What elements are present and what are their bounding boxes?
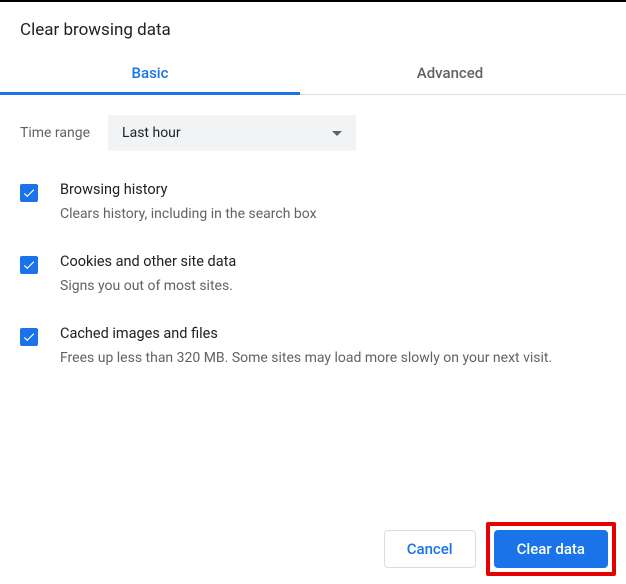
option-text: Browsing history Clears history, includi… <box>60 181 317 225</box>
option-title: Cached images and files <box>60 325 552 342</box>
checkbox-browsing-history[interactable] <box>20 184 38 202</box>
time-range-row: Time range Last hour <box>20 115 606 151</box>
check-icon <box>22 330 36 344</box>
option-cookies: Cookies and other site data Signs you ou… <box>20 253 606 297</box>
option-desc: Frees up less than 320 MB. Some sites ma… <box>60 348 552 369</box>
option-browsing-history: Browsing history Clears history, includi… <box>20 181 606 225</box>
tab-advanced[interactable]: Advanced <box>300 50 600 94</box>
clear-data-button-label: Clear data <box>517 540 585 558</box>
cancel-button-label: Cancel <box>407 540 453 558</box>
option-cache: Cached images and files Frees up less th… <box>20 325 606 369</box>
option-text: Cookies and other site data Signs you ou… <box>60 253 236 297</box>
check-icon <box>22 186 36 200</box>
dialog-body: Time range Last hour Browsing history Cl… <box>0 95 626 369</box>
time-range-label: Time range <box>20 125 90 141</box>
tab-advanced-label: Advanced <box>417 64 483 82</box>
tab-basic[interactable]: Basic <box>0 50 300 94</box>
checkbox-cache[interactable] <box>20 328 38 346</box>
tab-bar: Basic Advanced <box>0 50 626 95</box>
check-icon <box>22 258 36 272</box>
dialog-footer: Cancel Clear data <box>384 522 616 576</box>
option-title: Cookies and other site data <box>60 253 236 270</box>
option-title: Browsing history <box>60 181 317 198</box>
chevron-down-icon <box>332 131 342 136</box>
option-desc: Signs you out of most sites. <box>60 276 236 297</box>
time-range-value: Last hour <box>122 125 181 141</box>
dialog-title: Clear browsing data <box>0 2 626 50</box>
option-desc: Clears history, including in the search … <box>60 204 317 225</box>
checkbox-cookies[interactable] <box>20 256 38 274</box>
clear-data-button[interactable]: Clear data <box>494 530 608 568</box>
clear-browsing-data-dialog: Clear browsing data Basic Advanced Time … <box>0 0 626 584</box>
option-text: Cached images and files Frees up less th… <box>60 325 552 369</box>
highlight-annotation: Clear data <box>486 522 616 576</box>
tab-basic-label: Basic <box>132 64 169 82</box>
cancel-button[interactable]: Cancel <box>384 530 476 568</box>
time-range-select[interactable]: Last hour <box>108 115 356 151</box>
